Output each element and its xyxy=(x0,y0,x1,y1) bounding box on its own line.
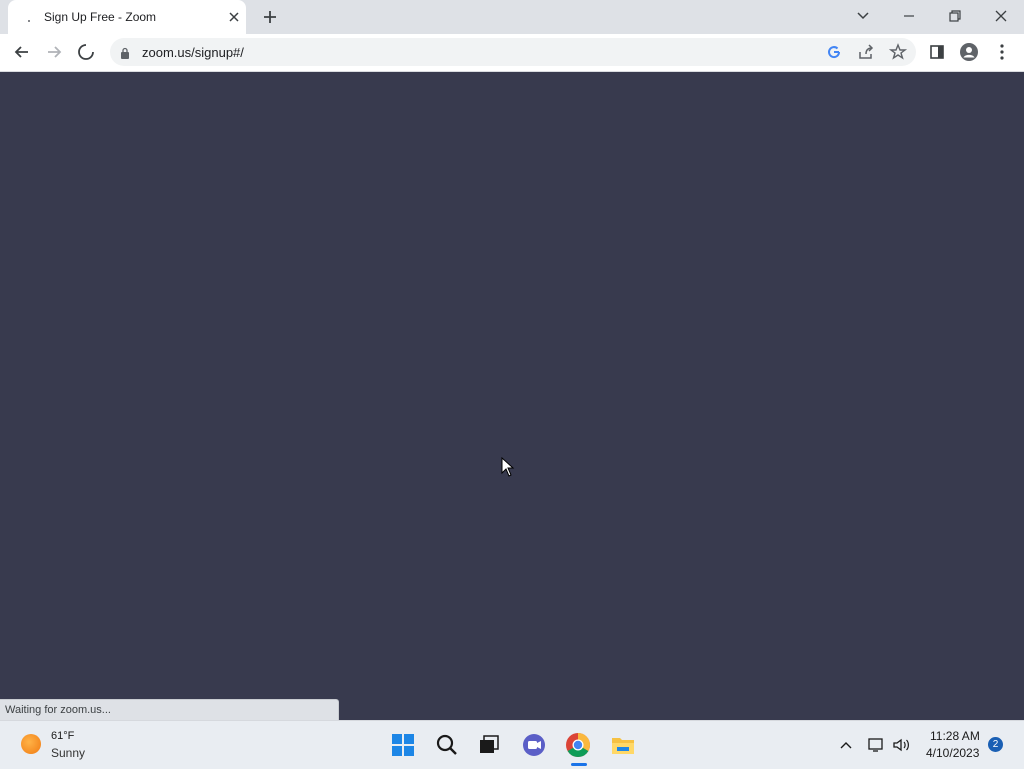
weather-temperature[interactable]: 61°F xyxy=(51,730,74,742)
new-tab-icon[interactable] xyxy=(260,7,280,27)
more-menu-icon[interactable] xyxy=(992,42,1012,62)
tab-title: Sign Up Free - Zoom xyxy=(44,10,157,24)
windows-start-icon[interactable] xyxy=(388,730,418,760)
address-bar[interactable]: zoom.us/signup#/ xyxy=(110,38,916,66)
tab-strip: Sign Up Free - Zoom xyxy=(0,0,1024,34)
profile-avatar-icon[interactable] xyxy=(959,42,979,62)
taskbar: 61°F Sunny 11:28 AM 4/10/2023 2 xyxy=(0,720,1024,769)
restore-icon[interactable] xyxy=(942,5,968,27)
chrome-icon[interactable] xyxy=(563,730,593,760)
bookmark-star-icon[interactable] xyxy=(888,42,908,62)
google-icon[interactable] xyxy=(824,42,844,62)
active-app-indicator xyxy=(571,763,587,766)
sun-weather-icon[interactable] xyxy=(21,734,41,754)
mouse-cursor-icon xyxy=(501,456,515,482)
status-bubble: Waiting for zoom.us... xyxy=(0,699,339,720)
forward-arrow-icon[interactable] xyxy=(44,42,64,62)
weather-condition[interactable]: Sunny xyxy=(51,746,85,760)
clock-time[interactable]: 11:28 AM xyxy=(930,729,980,743)
stop-loading-icon[interactable] xyxy=(76,42,96,62)
url-text[interactable]: zoom.us/signup#/ xyxy=(142,45,244,60)
task-view-icon[interactable] xyxy=(474,730,504,760)
browser-tab[interactable]: Sign Up Free - Zoom xyxy=(8,0,246,34)
volume-icon[interactable] xyxy=(891,736,911,754)
minimize-icon[interactable] xyxy=(896,5,922,27)
close-window-icon[interactable] xyxy=(988,5,1014,27)
network-icon[interactable] xyxy=(866,736,886,754)
status-text: Waiting for zoom.us... xyxy=(5,704,111,716)
tab-search-chevron-icon[interactable] xyxy=(850,5,876,27)
clock-date[interactable]: 4/10/2023 xyxy=(926,746,979,760)
side-panel-icon[interactable] xyxy=(927,42,947,62)
browser-toolbar: zoom.us/signup#/ xyxy=(0,34,1024,72)
share-icon[interactable] xyxy=(856,42,876,62)
loading-favicon-icon xyxy=(22,11,34,23)
file-explorer-icon[interactable] xyxy=(608,730,638,760)
search-icon[interactable] xyxy=(432,730,462,760)
show-hidden-icons-chevron-icon[interactable] xyxy=(836,736,856,754)
back-arrow-icon[interactable] xyxy=(12,42,32,62)
lock-icon[interactable] xyxy=(120,46,130,64)
page-content xyxy=(0,72,1024,720)
notification-badge[interactable]: 2 xyxy=(988,737,1003,752)
close-tab-icon[interactable] xyxy=(226,9,242,25)
teams-chat-icon[interactable] xyxy=(519,730,549,760)
